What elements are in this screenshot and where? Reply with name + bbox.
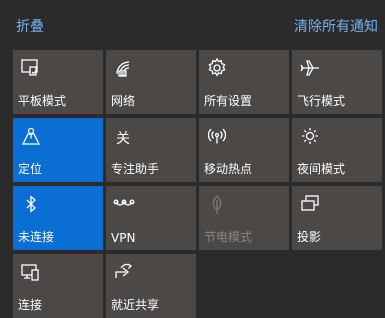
tile-battery-saver: 节电模式 xyxy=(199,186,289,250)
action-center-header: 折叠 清除所有通知 xyxy=(0,0,385,48)
project-icon xyxy=(298,192,322,216)
tile-label: 专注助手 xyxy=(111,162,160,176)
tile-label: 就近共享 xyxy=(111,298,160,312)
tile-focus-assist[interactable]: 关 专注助手 xyxy=(106,118,196,182)
tile-label: 定位 xyxy=(18,162,43,176)
connect-icon xyxy=(19,260,43,284)
tile-network[interactable]: 网络 xyxy=(106,50,196,114)
tile-label: 网络 xyxy=(111,94,136,108)
battery-saver-icon xyxy=(205,192,229,216)
airplane-icon xyxy=(298,56,322,80)
tile-bluetooth[interactable]: 未连接 xyxy=(13,186,103,250)
tile-connect[interactable]: 连接 xyxy=(13,254,103,318)
tile-label: 连接 xyxy=(18,298,43,312)
collapse-link[interactable]: 折叠 xyxy=(16,16,44,36)
tile-label: 平板模式 xyxy=(18,94,67,108)
network-icon xyxy=(112,56,136,80)
tile-label: 夜间模式 xyxy=(297,162,346,176)
tile-project[interactable]: 投影 xyxy=(292,186,382,250)
location-icon xyxy=(19,124,43,148)
tile-vpn[interactable]: VPN xyxy=(106,186,196,250)
tile-location[interactable]: 定位 xyxy=(13,118,103,182)
tile-label: 未连接 xyxy=(18,230,55,244)
tile-label: 投影 xyxy=(297,230,322,244)
night-light-icon xyxy=(298,124,322,148)
vpn-icon xyxy=(112,192,136,216)
gear-icon xyxy=(205,56,229,80)
tile-label: 节电模式 xyxy=(204,230,253,244)
tile-airplane-mode[interactable]: 飞行模式 xyxy=(292,50,382,114)
tile-tablet-mode[interactable]: 平板模式 xyxy=(13,50,103,114)
tile-label: 移动热点 xyxy=(204,162,253,176)
focus-assist-icon: 关 xyxy=(116,131,130,147)
mobile-hotspot-icon xyxy=(205,124,229,148)
nearby-share-icon xyxy=(112,260,136,284)
tile-all-settings[interactable]: 所有设置 xyxy=(199,50,289,114)
tile-label: 所有设置 xyxy=(204,94,253,108)
tile-night-light[interactable]: 夜间模式 xyxy=(292,118,382,182)
tile-label: VPN xyxy=(111,231,136,245)
tablet-mode-icon xyxy=(19,56,43,80)
bluetooth-icon xyxy=(19,192,43,216)
tile-nearby-share[interactable]: 就近共享 xyxy=(106,254,196,318)
tile-mobile-hotspot[interactable]: 移动热点 xyxy=(199,118,289,182)
tile-label: 飞行模式 xyxy=(297,94,346,108)
clear-all-notifications-link[interactable]: 清除所有通知 xyxy=(294,16,378,36)
